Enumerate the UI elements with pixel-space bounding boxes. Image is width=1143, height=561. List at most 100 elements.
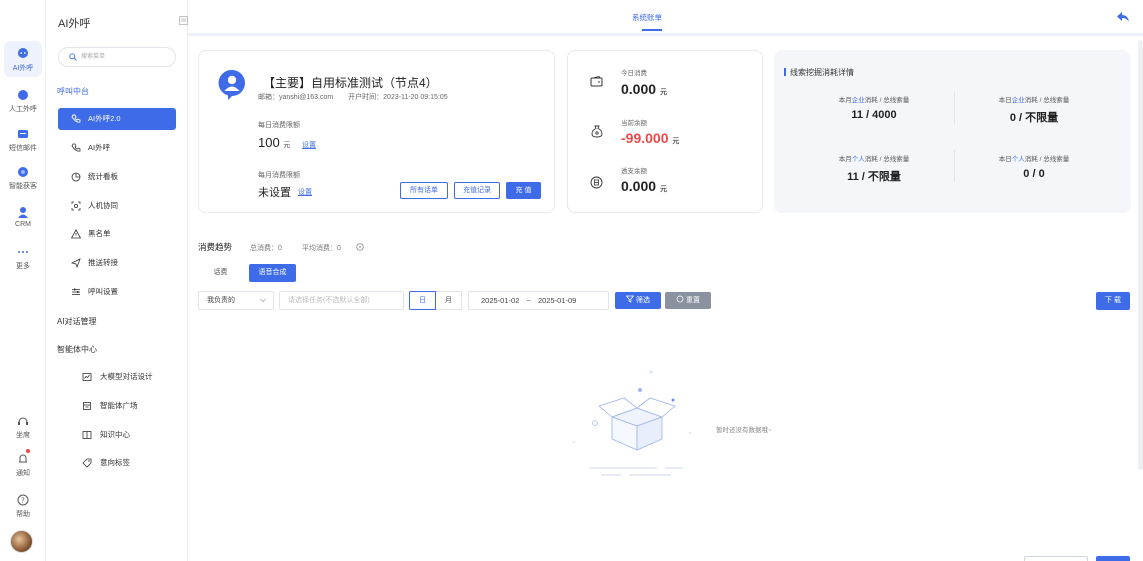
- rail-item-bell[interactable]: 通知: [0, 452, 46, 478]
- group-agent-center[interactable]: 智能体中心: [57, 344, 97, 355]
- menu-item-blacklist[interactable]: 黑名单: [58, 223, 176, 245]
- reset-icon: [676, 295, 684, 303]
- account-email: 邮箱：yanshi@163.com: [258, 94, 334, 101]
- owner-select-value: 我负责的: [207, 297, 235, 304]
- rail-item-ai-call[interactable]: AI外呼: [0, 41, 46, 77]
- book-icon: [82, 431, 92, 439]
- search-icon: [69, 53, 77, 61]
- menu-item-human-machine[interactable]: 人机协同: [58, 195, 176, 217]
- month-personal-value: 11 / 不限量: [847, 171, 901, 183]
- pie-chart-icon: [71, 172, 81, 182]
- send-icon: [71, 258, 81, 268]
- ai-call-icon: [18, 48, 28, 58]
- rail-item-crm[interactable]: CRM: [0, 205, 46, 228]
- menu-item-intent-tags[interactable]: 意向标签: [58, 452, 176, 474]
- filter-button[interactable]: 筛选: [615, 292, 661, 309]
- search-placeholder: 搜索菜单: [81, 54, 106, 60]
- menu-label: 大模型对话设计: [100, 372, 153, 381]
- all-bills-button[interactable]: 所有话单: [400, 182, 448, 199]
- menu-item-push-transfer[interactable]: 推送转接: [58, 252, 176, 274]
- reset-button-label: 重置: [685, 297, 700, 304]
- menu-label: 统计看板: [88, 172, 118, 181]
- daily-limit-set-link[interactable]: 设置: [302, 140, 316, 150]
- date-range-picker[interactable]: 2025-01-02 ~ 2025-01-09: [468, 291, 609, 310]
- menu-label: 黑名单: [88, 229, 111, 238]
- filter-button-label: 筛选: [635, 297, 650, 304]
- date-range-separator: ~: [526, 296, 531, 305]
- rail-item-manual-call[interactable]: 人工外呼: [0, 88, 46, 114]
- monthly-limit-set-link[interactable]: 设置: [298, 187, 312, 197]
- menu-item-call-settings[interactable]: 呼叫设置: [58, 281, 176, 303]
- trend-total: 总消费：0: [250, 245, 282, 252]
- menu-item-ai-call[interactable]: AI外呼: [58, 137, 176, 159]
- help-icon: ?: [17, 494, 29, 506]
- month-personal-label: 本月个人消耗 / 总线索量: [838, 156, 910, 163]
- avatar[interactable]: [10, 530, 33, 553]
- info-icon[interactable]: [356, 243, 364, 251]
- empty-box-illustration: [573, 370, 691, 476]
- smart-acquire-icon: [18, 167, 28, 177]
- menu-item-llm-dialog[interactable]: 大模型对话设计: [58, 366, 176, 388]
- rail-item-help[interactable]: ? 帮助: [0, 493, 46, 519]
- user-profile-icon: [218, 69, 245, 100]
- collapse-icon[interactable]: [179, 16, 188, 25]
- rail-label: 坐席: [16, 432, 30, 439]
- rail-label: 人工外呼: [9, 106, 37, 113]
- current-balance-value: -99.000: [621, 130, 669, 146]
- back-arrow-icon[interactable]: [1116, 11, 1130, 23]
- account-open-time: 开户时间：2023-11-20 09:15:05: [348, 94, 448, 101]
- balance-card: 今日消费 0.000 元 当前余额 -99.000 元 透支余额 0.000 元: [567, 50, 763, 213]
- bottom-outline-button[interactable]: [1024, 556, 1088, 561]
- scan-face-icon: [71, 201, 81, 211]
- money-bag-icon: [591, 125, 603, 138]
- tab-call-fee[interactable]: 话费: [198, 264, 243, 282]
- rail-item-headset[interactable]: 坐席: [0, 414, 46, 440]
- menu-item-agent-plaza[interactable]: 智能体广场: [58, 395, 176, 417]
- menu-label: 推送转接: [88, 258, 118, 267]
- credit-balance-label: 透支余额: [621, 168, 647, 175]
- sidebar-title: AI外呼: [58, 18, 91, 30]
- account-email-row: 邮箱：yanshi@163.com 开户时间：2023-11-20 09:15:…: [258, 92, 448, 102]
- menu-search-input[interactable]: 搜索菜单: [58, 47, 176, 67]
- rail-label: 智能获客: [9, 183, 37, 190]
- sidebar: AI外呼 搜索菜单 呼叫中台 AI外呼2.0 AI外呼 统计看板 人机协同 黑名…: [46, 0, 188, 561]
- menu-label: 呼叫设置: [88, 287, 118, 296]
- menu-label: 人机协同: [88, 201, 118, 210]
- empty-state-text: 暂时还没有数据哦~: [716, 427, 772, 434]
- rail-label: 更多: [16, 263, 30, 270]
- menu-item-knowledge[interactable]: 知识中心: [58, 424, 176, 446]
- group-call-center[interactable]: 呼叫中台: [57, 86, 89, 97]
- reset-button[interactable]: 重置: [665, 292, 711, 309]
- task-select-input[interactable]: 请选择任务(不选默认全部): [279, 291, 404, 310]
- current-balance-unit: 元: [672, 138, 680, 145]
- rail-item-smart-acquire[interactable]: 智能获客: [0, 165, 46, 191]
- today-spend-row: 0.000 元: [621, 81, 667, 97]
- day-personal-value: 0 / 0: [1023, 168, 1045, 180]
- monthly-limit-value: 未设置: [258, 187, 291, 199]
- group-ai-dialog[interactable]: AI对话管理: [57, 316, 97, 327]
- menu-item-stats-board[interactable]: 统计看板: [58, 166, 176, 188]
- day-enterprise-label: 本日企业消耗 / 总线索量: [998, 97, 1070, 104]
- owner-select[interactable]: 我负责的: [198, 291, 274, 310]
- current-balance-label: 当前余额: [621, 120, 647, 127]
- menu-item-ai-call-2[interactable]: AI外呼2.0: [58, 108, 176, 130]
- recharge-button[interactable]: 充 值: [506, 182, 541, 199]
- crm-icon: [18, 207, 28, 218]
- download-button[interactable]: 下 载: [1096, 292, 1130, 310]
- tag-icon: [82, 458, 92, 468]
- month-enterprise-label: 本月企业消耗 / 总线索量: [838, 97, 910, 104]
- warning-icon: [71, 229, 81, 239]
- tab-voice-synthesis[interactable]: 语音合成: [249, 264, 296, 282]
- tab-system-bill[interactable]: 系统账单: [632, 12, 662, 23]
- daily-limit-label: 每日消费限额: [258, 122, 300, 129]
- rail-item-more[interactable]: 更多: [0, 245, 46, 271]
- granularity-month-button[interactable]: 月: [436, 291, 462, 310]
- bottom-primary-button[interactable]: [1096, 556, 1130, 561]
- granularity-day-button[interactable]: 日: [409, 291, 436, 310]
- trend-title: 消费趋势: [198, 242, 233, 252]
- page-scrollbar[interactable]: [1138, 40, 1143, 470]
- rail-item-sms-mail[interactable]: 短信邮件: [0, 127, 46, 153]
- rail-label: 短信邮件: [9, 145, 37, 152]
- recharge-log-button[interactable]: 充值记录: [454, 182, 500, 199]
- day-personal-label: 本日个人消耗 / 总线索量: [998, 156, 1070, 163]
